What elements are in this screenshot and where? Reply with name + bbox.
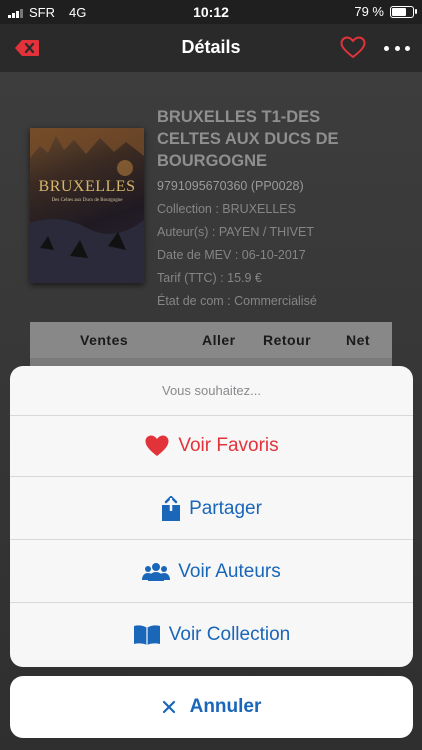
users-icon	[142, 562, 171, 581]
close-icon	[162, 700, 175, 714]
cover-artwork	[30, 128, 144, 283]
voir-favoris-label: Voir Favoris	[178, 434, 279, 456]
heart-icon	[145, 435, 169, 456]
action-sheet-title: Vous souhaitez...	[10, 366, 413, 416]
book-open-icon	[133, 625, 160, 645]
battery-fill	[392, 7, 407, 16]
status-bar: SFR 4G 10:12 79 %	[0, 0, 422, 24]
header-net: Net	[346, 332, 371, 348]
partager-button[interactable]: Partager	[10, 478, 413, 540]
cover-title: BRUXELLES	[38, 178, 136, 195]
share-icon	[162, 495, 181, 521]
voir-favoris-button[interactable]: Voir Favoris	[10, 415, 413, 477]
book-isbn: 9791095670360 (PP0028)	[157, 179, 304, 193]
voir-auteurs-button[interactable]: Voir Auteurs	[10, 541, 413, 603]
sales-table-header: Ventes Aller Retour Net	[30, 322, 392, 358]
heart-outline-icon[interactable]	[340, 36, 366, 60]
voir-auteurs-label: Voir Auteurs	[178, 560, 281, 582]
book-cover: BRUXELLES Des Celtes aux Ducs de Bourgog…	[30, 128, 144, 283]
partager-label: Partager	[189, 497, 262, 519]
action-sheet: Vous souhaitez... Voir Favoris Partager …	[10, 366, 413, 667]
cancel-button[interactable]: Annuler	[10, 676, 413, 738]
book-title: BRUXELLES T1-DES CELTES AUX DUCS DE BOUR…	[157, 108, 339, 170]
more-dots-icon[interactable]	[384, 36, 410, 60]
navigation-bar: Détails	[0, 24, 422, 72]
book-collection: Collection : BRUXELLES	[157, 202, 296, 216]
book-release-date: Date de MEV : 06-10-2017	[157, 248, 306, 262]
header-retour: Retour	[263, 332, 312, 348]
cancel-label: Annuler	[189, 696, 262, 717]
header-ventes: Ventes	[80, 332, 129, 348]
book-status: État de com : Commercialisé	[157, 294, 317, 308]
voir-collection-label: Voir Collection	[168, 624, 291, 645]
battery-percent: 79 %	[354, 4, 384, 19]
battery-icon	[390, 5, 417, 18]
cover-subtitle: Des Celtes aux Ducs de Bourgogne	[51, 198, 123, 203]
book-authors: Auteur(s) : PAYEN / THIVET	[157, 225, 314, 239]
header-aller: Aller	[202, 332, 236, 348]
book-price: Tarif (TTC) : 15.9 €	[157, 271, 262, 285]
voir-collection-button[interactable]: Voir Collection	[10, 604, 413, 666]
status-right: 79 %	[354, 4, 417, 19]
